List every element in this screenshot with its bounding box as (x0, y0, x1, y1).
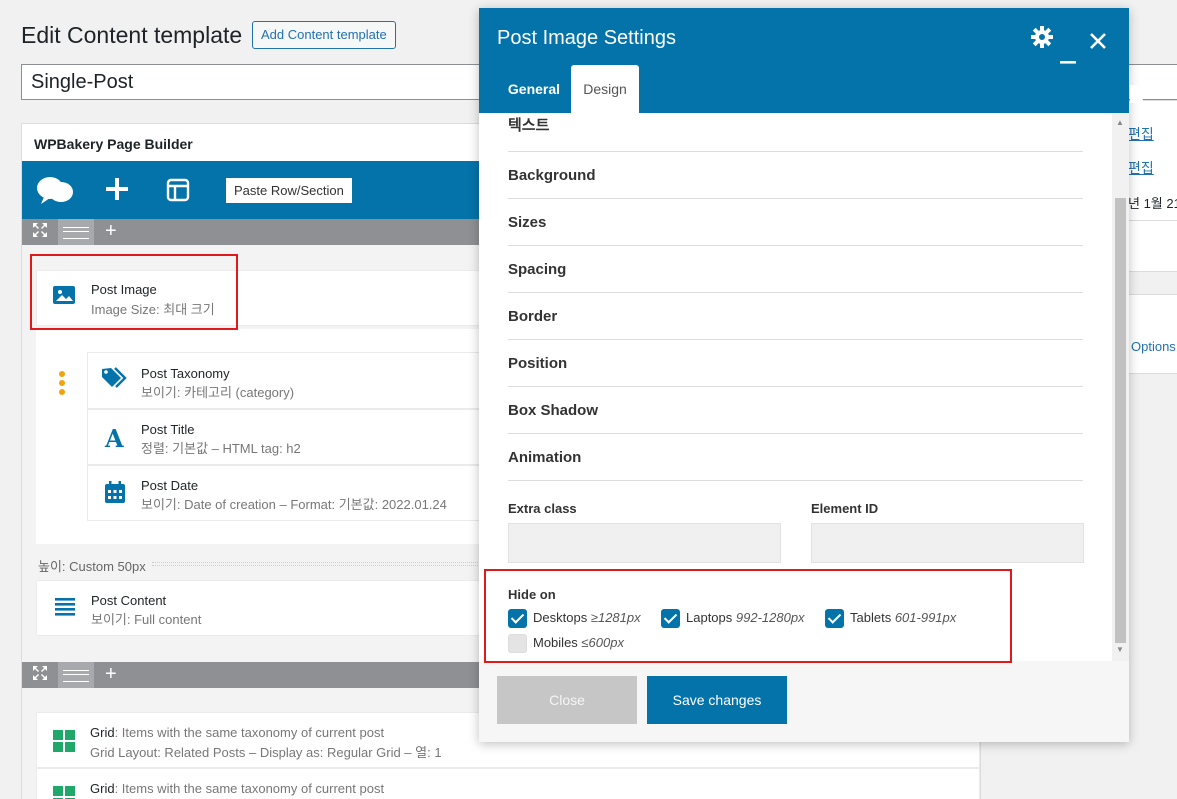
modal-header: Post Image Settings General Design (479, 8, 1129, 113)
calendar-icon (105, 481, 125, 509)
element-title: Grid: Items with the same taxonomy of cu… (90, 781, 384, 796)
element-title: Post Taxonomy (141, 366, 230, 381)
builder-title: WPBakery Page Builder (34, 136, 193, 152)
element-title-prefix: Grid (90, 725, 115, 740)
expand-row-icon[interactable] (32, 222, 48, 243)
divider (1128, 220, 1177, 221)
highlight-box (30, 254, 238, 330)
post-date-element[interactable]: Post Date 보이기: Date of creation – Format… (87, 465, 507, 521)
section-spacing[interactable]: Spacing (508, 246, 1083, 293)
post-content-element[interactable]: Post Content 보이기: Full content (36, 580, 516, 636)
section-animation[interactable]: Animation (508, 434, 1083, 481)
drag-row-handle[interactable] (58, 662, 94, 688)
tab-design[interactable]: Design (571, 65, 639, 113)
modal-footer: Close Save changes (479, 661, 1129, 742)
element-title-prefix: Grid (90, 781, 115, 796)
add-content-template-button[interactable]: Add Content template (252, 21, 396, 49)
options-link[interactable]: Options (1131, 339, 1176, 354)
section-sizes[interactable]: Sizes (508, 199, 1083, 246)
tags-icon (101, 367, 129, 395)
paste-row-button[interactable]: Paste Row/Section (226, 178, 352, 203)
edit-link-visibility[interactable]: 편집 (1128, 158, 1154, 178)
element-title: Post Date (141, 478, 199, 493)
publish-date-text: 년 1월 21 (1128, 196, 1177, 211)
element-title: Post Title (141, 422, 195, 437)
element-title: Post Content (91, 593, 167, 608)
mouse-cursor-icon (1130, 85, 1144, 103)
add-column-icon[interactable]: + (105, 220, 117, 243)
post-title-element[interactable]: A Post Title 정렬: 기본값 – HTML tag: h2 (87, 409, 507, 465)
grid-icon (53, 730, 75, 758)
edit-link-status[interactable]: 편집 (1128, 124, 1154, 144)
element-id-input[interactable] (811, 523, 1084, 563)
element-subtitle: 보이기: Full content (91, 612, 202, 627)
element-subtitle: 보이기: Date of creation – Format: 기본값: 202… (141, 497, 447, 512)
drag-row-handle[interactable] (58, 219, 94, 245)
extra-class-label: Extra class (508, 501, 577, 516)
text-lines-icon (55, 598, 75, 622)
spacer-line (152, 562, 522, 566)
page-title: Edit Content template (21, 22, 243, 48)
text-a-icon: A (105, 424, 124, 453)
section-background[interactable]: Background (508, 152, 1083, 199)
options-box (1128, 294, 1177, 374)
scroll-up-icon[interactable]: ▲ (1116, 118, 1124, 127)
close-button[interactable]: Close (497, 676, 637, 724)
post-taxonomy-element[interactable]: Post Taxonomy 보이기: 카테고리 (category) (87, 352, 507, 409)
element-subtitle: 보이기: 카테고리 (category) (141, 385, 295, 400)
grid-icon (53, 786, 75, 799)
modal-scrollbar-thumb[interactable] (1115, 198, 1126, 643)
expand-row-icon[interactable] (32, 665, 48, 686)
wpbakery-logo-icon[interactable] (36, 175, 74, 210)
element-subtitle: Grid Layout: Related Posts – Display as:… (90, 745, 442, 760)
add-column-icon[interactable]: + (105, 663, 117, 686)
gear-icon[interactable] (1031, 26, 1053, 54)
close-icon[interactable] (1090, 29, 1106, 55)
modal-title: Post Image Settings (497, 27, 676, 49)
tab-general[interactable]: General (497, 65, 571, 113)
highlight-box (484, 569, 1012, 663)
section-box-shadow[interactable]: Box Shadow (508, 387, 1083, 434)
element-title: Grid: Items with the same taxonomy of cu… (90, 725, 384, 740)
save-changes-button[interactable]: Save changes (647, 676, 787, 724)
section-border[interactable]: Border (508, 293, 1083, 340)
spacer-element[interactable]: 높이: Custom 50px (38, 556, 146, 575)
element-title-rest: : Items with the same taxonomy of curren… (114, 725, 385, 740)
section-position[interactable]: Position (508, 340, 1083, 387)
minimize-icon[interactable] (1060, 44, 1076, 70)
element-title-rest: : Items with the same taxonomy of curren… (114, 781, 385, 796)
element-id-label: Element ID (811, 501, 879, 516)
scroll-down-icon[interactable]: ▼ (1116, 645, 1124, 654)
inner-column: Post Taxonomy 보이기: 카테고리 (category) A Pos… (36, 329, 516, 544)
grid-element[interactable]: Grid: Items with the same taxonomy of cu… (36, 768, 980, 799)
section-text[interactable]: 텍스트 (508, 113, 1083, 152)
extra-class-input[interactable] (508, 523, 781, 563)
templates-icon[interactable] (166, 178, 190, 207)
column-handle-icon[interactable] (58, 370, 66, 401)
element-subtitle: 정렬: 기본값 – HTML tag: h2 (141, 441, 301, 456)
add-element-icon[interactable] (105, 177, 129, 206)
